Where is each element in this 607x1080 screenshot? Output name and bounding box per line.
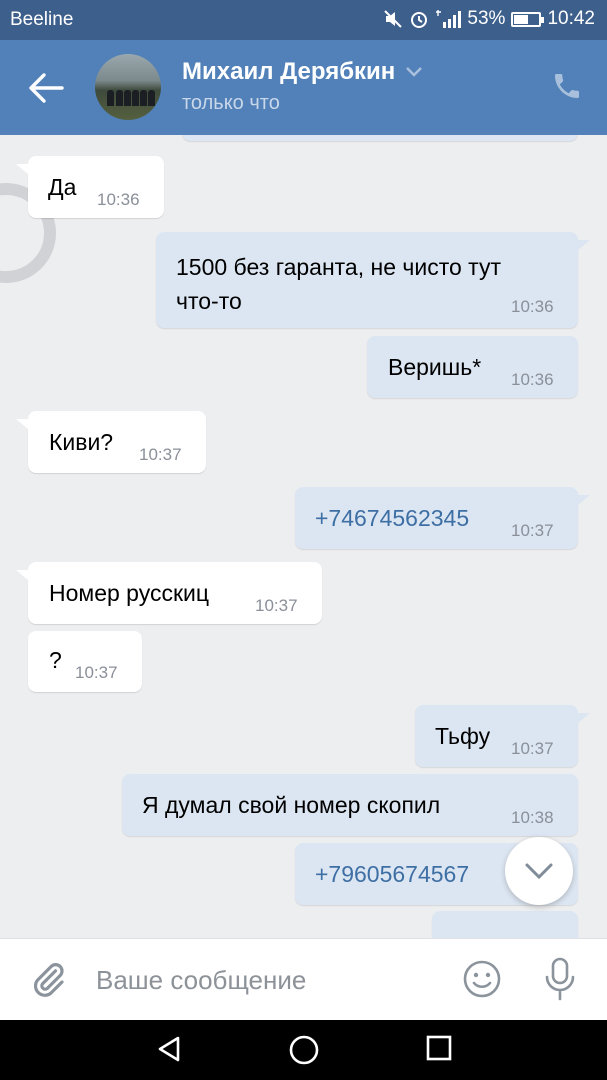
- message-time: 10:37: [511, 521, 554, 540]
- message-bubble-partial: [432, 911, 578, 938]
- message-text: Тьфу: [435, 723, 491, 749]
- message-bubble[interactable]: Я думал свой номер скопил 10:38: [122, 774, 578, 836]
- message-bubble[interactable]: Номер русскиц 10:37: [16, 562, 322, 624]
- message-bubble[interactable]: Тьфу 10:37: [415, 705, 590, 767]
- chevron-down-icon: [525, 863, 553, 880]
- message-time: 10:38: [511, 808, 554, 827]
- circle-home-icon[interactable]: [288, 1034, 320, 1066]
- message-text: Киви?: [49, 429, 114, 455]
- chat-header: Михаил Дерябкин только что: [0, 40, 607, 135]
- message-text: ?: [49, 647, 62, 673]
- phone-link[interactable]: +74674562345: [315, 505, 469, 532]
- arrow-left-icon[interactable]: [26, 70, 66, 106]
- mute-icon: [384, 10, 403, 28]
- clock: 10:42: [547, 8, 595, 29]
- status-icons: 53% 10:42: [383, 8, 595, 30]
- message-text: Да: [48, 174, 77, 200]
- scroll-to-bottom-button[interactable]: [505, 837, 573, 905]
- status-bar: Beeline 53% 10:42: [0, 0, 607, 40]
- battery-percent: 53%: [467, 8, 506, 29]
- message-bubble-partial: [182, 135, 578, 141]
- message-bubble[interactable]: Веришь* 10:36: [367, 336, 578, 398]
- message-time: 10:37: [75, 663, 118, 682]
- message-bubble[interactable]: Киви? 10:37: [16, 411, 206, 473]
- message-composer: [0, 938, 607, 1020]
- message-time: 10:36: [511, 370, 554, 389]
- battery-icon: [511, 11, 545, 27]
- phone-link[interactable]: +79605674567: [315, 861, 469, 888]
- paperclip-icon[interactable]: [28, 959, 68, 1001]
- square-recent-icon[interactable]: [425, 1034, 453, 1062]
- message-time: 10:37: [139, 445, 182, 464]
- signal-icon: [436, 10, 462, 28]
- message-time: 10:36: [511, 297, 554, 316]
- contact-name: Михаил Дерябкин: [182, 58, 396, 85]
- message-text: Я думал свой номер скопил: [142, 792, 441, 818]
- online-status: только что: [182, 92, 280, 114]
- contact-name-button[interactable]: Михаил Дерябкин: [182, 58, 423, 86]
- microphone-icon[interactable]: [540, 956, 580, 1002]
- message-text: Номер русскиц: [49, 580, 210, 606]
- message-bubble[interactable]: Да 10:36: [16, 156, 164, 218]
- phone-icon[interactable]: [551, 70, 583, 102]
- message-time: 10:37: [255, 596, 298, 615]
- message-list[interactable]: Да 10:36 1500 без гаранта, не чисто тут …: [0, 135, 607, 938]
- message-bubble[interactable]: +74674562345 10:37: [295, 487, 590, 549]
- message-input[interactable]: [96, 961, 436, 999]
- message-time: 10:37: [511, 739, 554, 758]
- message-text: Веришь*: [388, 354, 482, 380]
- smile-icon[interactable]: [462, 959, 502, 999]
- carrier-name: Beeline: [10, 9, 74, 30]
- avatar[interactable]: [95, 54, 161, 120]
- system-nav-bar: [0, 1020, 607, 1080]
- message-bubble[interactable]: 1500 без гаранта, не чисто тут что-то 10…: [156, 232, 590, 328]
- message-bubble[interactable]: ? 10:37: [28, 631, 142, 692]
- alarm-icon: [411, 12, 428, 28]
- message-time: 10:36: [97, 190, 140, 209]
- triangle-back-icon[interactable]: [154, 1034, 184, 1064]
- chevron-down-icon: [406, 67, 423, 77]
